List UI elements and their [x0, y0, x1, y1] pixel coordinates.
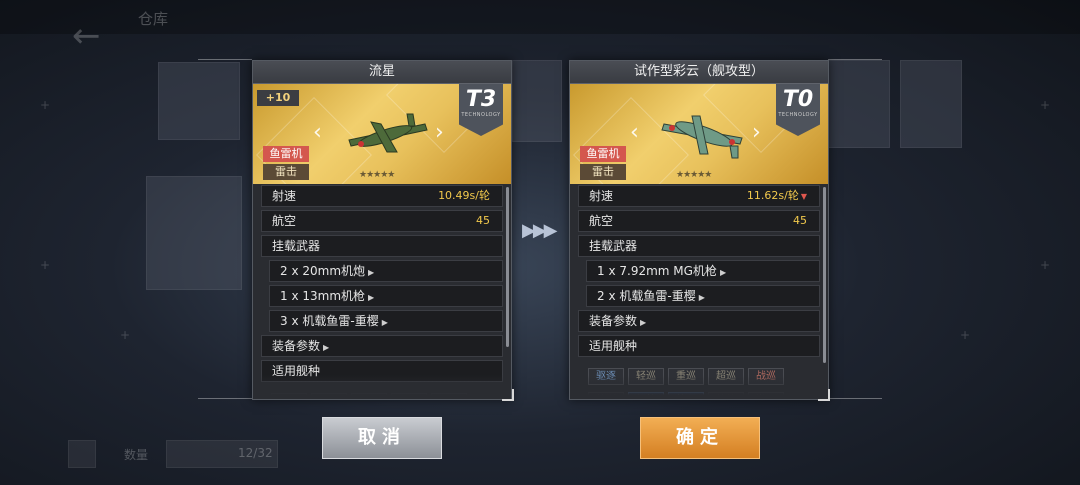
bg-bottom-bar: 数量 12/32: [68, 440, 348, 468]
stat-label: 航空: [589, 214, 614, 228]
ship-types-label: 适用舰种: [589, 339, 638, 353]
chevron-left-icon: ‹: [630, 120, 639, 145]
stat-value: 11.62s/轮 ▼: [747, 186, 807, 207]
bg-count-label: 数量: [124, 448, 149, 462]
frame-line: [828, 59, 882, 60]
bg-equipment-slot: [828, 60, 890, 148]
expand-triangle-icon: ▶: [698, 293, 705, 302]
corner-mark: [818, 389, 830, 401]
expand-triangle-icon: ▶: [719, 268, 727, 277]
bg-equipment-slot: [146, 176, 242, 290]
bg-title: 仓库: [138, 10, 169, 28]
stats-list[interactable]: 射速 11.62s/轮 ▼ 航空 45 挂载武器 1 x 7.92mm MG机枪 ▶…: [578, 185, 820, 395]
stat-label: 挂载武器: [272, 239, 321, 253]
stat-row: 射速 11.62s/轮 ▼: [578, 185, 820, 207]
chevron-right-icon: ›: [435, 120, 444, 145]
weapon-label: 2 x 机载鱼雷-重樱: [597, 289, 696, 303]
params-row[interactable]: 装备参数 ▶: [261, 335, 503, 357]
weapon-label: 1 x 13mm机枪: [280, 289, 366, 303]
list-fade: [261, 375, 503, 395]
attack-type-tag: 雷击: [263, 164, 309, 180]
expand-triangle-icon: ▶: [640, 318, 647, 327]
plus-mark-icon: +: [1040, 258, 1051, 272]
stat-value: 45: [793, 214, 807, 227]
params-label: 装备参数: [272, 339, 321, 353]
compare-arrows-icon: ▶▶▶: [522, 220, 557, 241]
tier-sub-label: TECHNOLOGY: [778, 112, 818, 118]
weapon-row[interactable]: 1 x 13mm机枪 ▶: [269, 285, 503, 307]
bg-equipment-slot: [158, 62, 240, 140]
tier-sub-label: TECHNOLOGY: [461, 112, 501, 118]
frame-line: [198, 398, 252, 399]
weapon-row[interactable]: 2 x 机载鱼雷-重樱 ▶: [586, 285, 820, 307]
plus-mark-icon: +: [1040, 98, 1051, 112]
aircraft-type-tag: 鱼雷机: [263, 146, 309, 162]
decrease-arrow-icon: ▼: [800, 192, 807, 201]
confirm-button[interactable]: 确定: [640, 417, 760, 459]
stat-label: 射速: [272, 189, 297, 203]
frame-line: [198, 59, 252, 60]
ship-types-row: 适用舰种: [578, 335, 820, 357]
stats-list[interactable]: 射速 10.49s/轮 航空 45 挂载武器 2 x 20mm机炮 ▶ 1 x 1…: [261, 185, 503, 395]
stat-row: 航空 45: [578, 210, 820, 232]
stat-label: 射速: [589, 189, 614, 203]
bg-checkbox: [68, 440, 96, 468]
attack-type-tag: 雷击: [580, 164, 626, 180]
expand-triangle-icon: ▶: [368, 268, 375, 277]
equipment-name: 流星: [253, 61, 511, 84]
weapon-row[interactable]: 1 x 7.92mm MG机枪 ▶: [586, 260, 820, 282]
enhance-level-badge: +10: [257, 90, 299, 106]
rarity-stars: ★★★★★: [359, 170, 395, 180]
expand-triangle-icon: ▶: [368, 293, 375, 302]
equipment-banner: +10 T3 TECHNOLOGY ‹ › 鱼雷机 雷击 ★★★★★: [253, 84, 511, 184]
params-row[interactable]: 装备参数 ▶: [578, 310, 820, 332]
cancel-button[interactable]: 取消: [322, 417, 442, 459]
params-label: 装备参数: [589, 314, 638, 328]
stat-value: 45: [476, 214, 490, 227]
rarity-stars: ★★★★★: [676, 170, 712, 180]
weapon-row[interactable]: 3 x 机载鱼雷-重樱 ▶: [269, 310, 503, 332]
stat-row: 挂载武器: [261, 235, 503, 257]
stat-label: 挂载武器: [589, 239, 638, 253]
stat-row: 挂载武器: [578, 235, 820, 257]
plus-mark-icon: +: [40, 258, 51, 272]
new-equipment-panel: 试作型彩云（舰攻型） T0 TECHNOLOGY ‹ › 鱼雷机 雷击 ★★★★…: [569, 60, 829, 400]
expand-triangle-icon: ▶: [323, 343, 330, 352]
stat-row: 射速 10.49s/轮: [261, 185, 503, 207]
list-fade: [578, 375, 820, 395]
scrollbar[interactable]: [823, 187, 826, 363]
plus-mark-icon: +: [40, 98, 51, 112]
chevron-left-icon: ‹: [313, 120, 322, 145]
scrollbar[interactable]: [506, 187, 509, 347]
stat-row: 航空 45: [261, 210, 503, 232]
equipment-banner: T0 TECHNOLOGY ‹ › 鱼雷机 雷击 ★★★★★: [570, 84, 828, 184]
corner-mark: [502, 389, 514, 401]
bg-equipment-slot: [900, 60, 962, 148]
stat-value: 10.49s/轮: [438, 189, 490, 202]
expand-triangle-icon: ▶: [381, 318, 388, 327]
aircraft-icon: [661, 115, 743, 159]
stat-value-text: 11.62s/轮: [746, 189, 799, 202]
bg-count-value: 12/32: [238, 446, 273, 460]
plus-mark-icon: +: [120, 328, 131, 342]
weapon-label: 1 x 7.92mm MG机枪: [597, 264, 717, 278]
bg-equipment-slot: [512, 60, 562, 142]
weapon-row[interactable]: 2 x 20mm机炮 ▶: [269, 260, 503, 282]
back-arrow-icon: ←: [72, 16, 101, 56]
current-equipment-panel: 流星 +10 T3 TECHNOLOGY ‹ › 鱼雷机 雷击 ★★★★★ 射速…: [252, 60, 512, 400]
weapon-label: 2 x 20mm机炮: [280, 264, 366, 278]
chevron-right-icon: ›: [752, 120, 761, 145]
stat-label: 航空: [272, 214, 297, 228]
weapon-label: 3 x 机载鱼雷-重樱: [280, 314, 379, 328]
aircraft-type-tag: 鱼雷机: [580, 146, 626, 162]
background-layer: ← 仓库 + + + + + + 数量 12/32: [0, 0, 1080, 485]
aircraft-icon: [348, 113, 428, 153]
frame-line: [828, 398, 882, 399]
equipment-name: 试作型彩云（舰攻型）: [570, 61, 828, 84]
plus-mark-icon: +: [960, 328, 971, 342]
